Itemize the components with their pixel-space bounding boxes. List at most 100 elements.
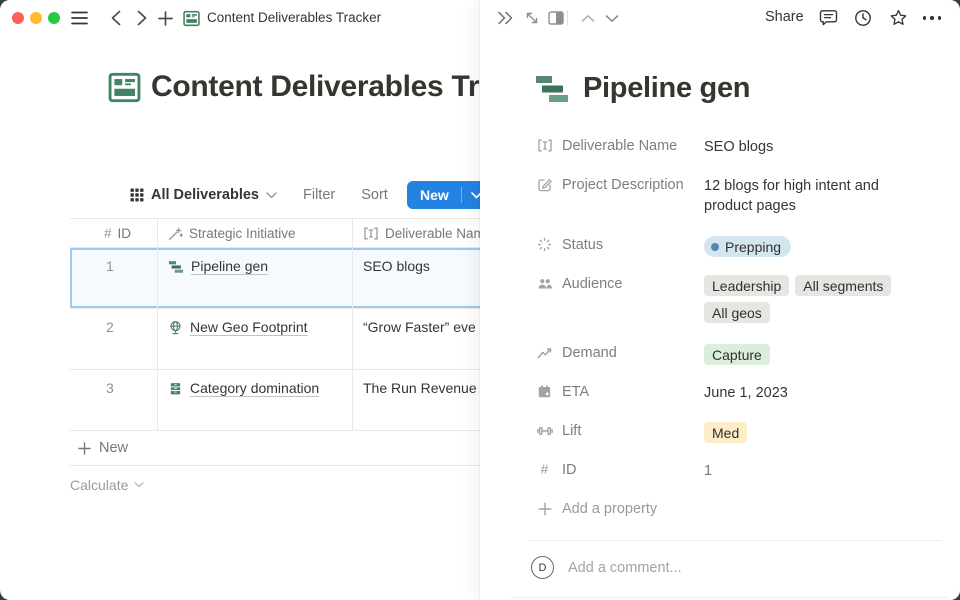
new-record-button[interactable]: New — [407, 181, 491, 209]
title-text-icon — [363, 226, 379, 241]
comment-icon[interactable] — [818, 8, 838, 28]
property-row-lift: Lift Med — [536, 419, 940, 445]
new-tab-plus-icon[interactable] — [156, 9, 174, 27]
property-label[interactable]: Demand — [536, 341, 704, 361]
app-window: Content Deliverables Tracker Content Del… — [0, 0, 960, 600]
demand-tag[interactable]: Capture — [704, 344, 770, 365]
edit-icon — [536, 176, 553, 193]
property-value[interactable]: Leadership All segments All geos — [704, 272, 918, 323]
minimize-window-button[interactable] — [30, 12, 42, 24]
board-page-icon — [182, 9, 200, 27]
side-peek-panel: Share Pipeline gen — [480, 0, 960, 600]
page-link-pipeline-gen[interactable]: Pipeline gen — [168, 257, 268, 276]
cell-id[interactable]: 1 — [70, 248, 158, 308]
property-value[interactable]: 1 — [704, 458, 712, 481]
title-text-icon — [536, 137, 553, 154]
property-list: Deliverable Name SEO blogs Project Descr… — [536, 134, 940, 536]
page-link-new-geo-footprint[interactable]: New Geo Footprint — [168, 318, 308, 337]
chevron-down-icon — [134, 482, 144, 488]
audience-tag[interactable]: All geos — [704, 302, 770, 323]
pipeline-bars-icon[interactable] — [534, 73, 570, 105]
divider — [528, 540, 942, 541]
close-window-button[interactable] — [12, 12, 24, 24]
board-page-icon-large[interactable] — [108, 71, 141, 104]
hash-icon — [104, 226, 112, 241]
people-icon — [536, 275, 553, 292]
history-clock-icon[interactable] — [853, 8, 873, 28]
calendar-icon — [536, 383, 553, 400]
property-row-eta: ETA June 1, 2023 — [536, 380, 940, 406]
property-label[interactable]: Lift — [536, 419, 704, 439]
add-property-button[interactable]: Add a property — [536, 497, 940, 523]
wand-icon — [168, 226, 183, 241]
column-header-id[interactable]: ID — [70, 219, 158, 247]
page-link-category-domination[interactable]: Category domination — [168, 379, 319, 398]
lift-tag[interactable]: Med — [704, 422, 747, 443]
toolbar-divider — [567, 10, 568, 26]
property-value[interactable]: Capture — [704, 341, 770, 366]
comment-placeholder: Add a comment... — [568, 560, 682, 576]
side-peek-icon[interactable] — [546, 8, 566, 28]
pipeline-bars-icon — [168, 260, 184, 274]
chevron-up-icon[interactable] — [578, 8, 598, 28]
forward-icon[interactable] — [133, 9, 151, 27]
cell-id[interactable]: 2 — [70, 309, 158, 369]
property-value[interactable]: SEO blogs — [704, 134, 773, 157]
property-row-status: Status Prepping — [536, 233, 940, 259]
status-tag[interactable]: Prepping — [704, 236, 791, 257]
double-chevron-right-icon[interactable] — [495, 8, 515, 28]
property-label[interactable]: Project Description — [536, 173, 704, 193]
property-value[interactable]: Med — [704, 419, 747, 444]
property-row-deliverable-name: Deliverable Name SEO blogs — [536, 134, 940, 160]
record-title[interactable]: Pipeline gen — [583, 72, 750, 105]
property-row-project-description: Project Description 12 blogs for high in… — [536, 173, 940, 216]
hash-icon — [536, 461, 553, 478]
panel-toolbar: Share — [480, 0, 960, 36]
cell-strategic-initiative[interactable]: New Geo Footprint — [158, 309, 353, 369]
property-label[interactable]: Audience — [536, 272, 704, 292]
chevron-down-icon — [266, 192, 277, 199]
star-icon[interactable] — [888, 8, 908, 28]
share-button[interactable]: Share — [765, 9, 804, 25]
cell-strategic-initiative[interactable]: Pipeline gen — [158, 248, 353, 308]
divider — [510, 597, 948, 598]
property-row-audience: Audience Leadership All segments All geo… — [536, 272, 940, 323]
cabinet-icon — [168, 381, 183, 396]
back-icon[interactable] — [107, 9, 125, 27]
plus-icon — [536, 500, 553, 517]
dumbbell-icon — [536, 422, 553, 439]
plus-icon — [78, 442, 91, 455]
property-label[interactable]: ETA — [536, 380, 704, 400]
sort-button[interactable]: Sort — [361, 187, 388, 203]
avatar: D — [531, 556, 554, 579]
chevron-down-icon[interactable] — [602, 8, 622, 28]
status-dot — [711, 243, 719, 251]
record-header: Pipeline gen — [534, 72, 750, 105]
property-value[interactable]: 12 blogs for high intent and product pag… — [704, 173, 904, 216]
globe-icon — [168, 320, 183, 335]
comment-input[interactable]: D Add a comment... — [531, 556, 682, 579]
property-row-demand: Demand Capture — [536, 341, 940, 367]
trend-icon — [536, 344, 553, 361]
zoom-window-button[interactable] — [48, 12, 60, 24]
property-value[interactable]: June 1, 2023 — [704, 380, 788, 403]
audience-tag[interactable]: Leadership — [704, 275, 789, 296]
property-value[interactable]: Prepping — [704, 233, 791, 257]
column-header-strategic-initiative[interactable]: Strategic Initiative — [158, 219, 353, 247]
property-label[interactable]: Status — [536, 233, 704, 253]
table-view-icon — [130, 188, 144, 202]
filter-button[interactable]: Filter — [303, 187, 335, 203]
cell-id[interactable]: 3 — [70, 370, 158, 430]
property-label[interactable]: Deliverable Name — [536, 134, 704, 154]
hamburger-icon[interactable] — [70, 9, 88, 27]
status-spinner-icon — [536, 236, 553, 253]
property-label[interactable]: ID — [536, 458, 704, 478]
property-row-id: ID 1 — [536, 458, 940, 484]
view-tab-all-deliverables[interactable]: All Deliverables — [130, 187, 277, 203]
audience-tag[interactable]: All segments — [795, 275, 891, 296]
cell-strategic-initiative[interactable]: Category domination — [158, 370, 353, 430]
window-title: Content Deliverables Tracker — [207, 10, 381, 25]
expand-icon[interactable] — [522, 8, 542, 28]
window-toolbar-left: Content Deliverables Tracker — [0, 0, 480, 36]
more-icon[interactable] — [922, 8, 942, 28]
